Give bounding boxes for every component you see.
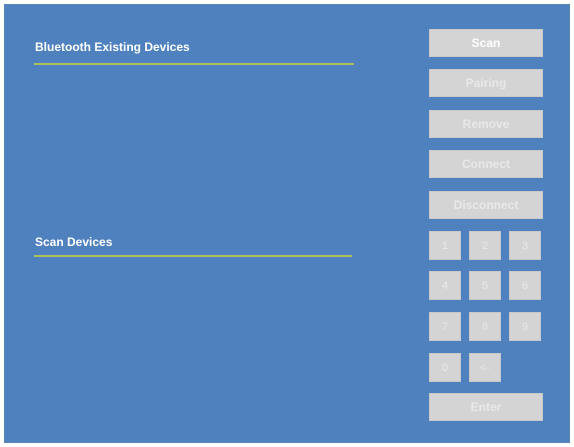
keypad-key-5[interactable]: 5 bbox=[469, 271, 501, 300]
keypad-key-1[interactable]: 1 bbox=[429, 231, 461, 260]
pairing-button[interactable]: Pairing bbox=[429, 69, 543, 97]
keypad-key-9[interactable]: 9 bbox=[509, 312, 541, 341]
connect-button[interactable]: Connect bbox=[429, 150, 543, 178]
keypad-key-4[interactable]: 4 bbox=[429, 271, 461, 300]
existing-devices-divider bbox=[34, 63, 354, 65]
scan-devices-list[interactable] bbox=[34, 259, 352, 429]
scan-devices-title: Scan Devices bbox=[35, 235, 113, 249]
keypad-backspace-key[interactable]: <- bbox=[469, 353, 501, 382]
disconnect-button[interactable]: Disconnect bbox=[429, 191, 543, 219]
keypad-key-7[interactable]: 7 bbox=[429, 312, 461, 341]
scan-button[interactable]: Scan bbox=[429, 29, 543, 57]
remove-button[interactable]: Remove bbox=[429, 110, 543, 138]
keypad-key-0[interactable]: 0 bbox=[429, 353, 461, 382]
keypad-key-2[interactable]: 2 bbox=[469, 231, 501, 260]
scan-devices-divider bbox=[34, 255, 352, 257]
existing-devices-list[interactable] bbox=[34, 67, 354, 227]
keypad-key-3[interactable]: 3 bbox=[509, 231, 541, 260]
keypad-key-8[interactable]: 8 bbox=[469, 312, 501, 341]
enter-button[interactable]: Enter bbox=[429, 393, 543, 421]
keypad-key-6[interactable]: 6 bbox=[509, 271, 541, 300]
bluetooth-panel: Bluetooth Existing Devices Scan Devices … bbox=[4, 4, 570, 443]
existing-devices-title: Bluetooth Existing Devices bbox=[35, 40, 190, 54]
